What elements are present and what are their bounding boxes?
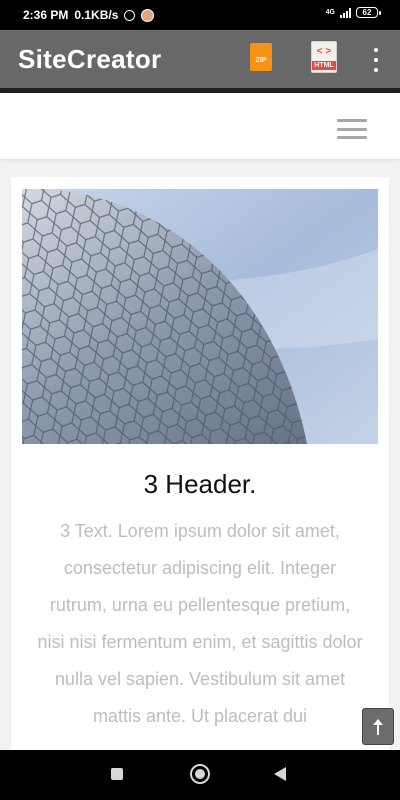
overflow-menu-icon[interactable] xyxy=(371,48,381,72)
site-header xyxy=(0,93,400,159)
html-icon-label: HTML xyxy=(312,61,336,70)
scroll-to-top-button[interactable] xyxy=(362,708,394,745)
status-network-speed: 0.1KB/s xyxy=(74,8,119,22)
content-card: 3 Header. 3 Text. Lorem ipsum dolor sit … xyxy=(11,177,389,757)
status-left: 2:36 PM 0.1KB/s xyxy=(23,8,155,22)
battery-icon: 62 xyxy=(356,7,381,18)
recent-apps-icon[interactable] xyxy=(111,768,123,780)
html-export-icon[interactable]: < > HTML xyxy=(311,41,337,73)
html-icon-code: < > xyxy=(316,46,332,57)
zip-export-icon[interactable]: ZIP xyxy=(250,43,272,71)
card-header: 3 Header. xyxy=(143,469,257,499)
status-bar: 2:36 PM 0.1KB/s 4G 62 xyxy=(0,0,400,30)
card-text: 3 Text. Lorem ipsum dolor sit amet, cons… xyxy=(37,521,363,726)
battery-level: 62 xyxy=(362,7,372,17)
alarm-icon xyxy=(124,9,136,21)
status-right: 4G 62 xyxy=(325,7,381,18)
app-bar: SiteCreator xyxy=(0,30,400,88)
app-notification-icon xyxy=(141,8,155,22)
zip-icon-label: ZIP xyxy=(255,57,267,64)
home-icon[interactable] xyxy=(190,764,210,784)
architecture-dome-image xyxy=(22,189,378,444)
app-title: SiteCreator xyxy=(18,44,162,74)
status-time: 2:36 PM xyxy=(23,8,69,22)
signal-icon xyxy=(340,7,351,18)
hamburger-menu-icon[interactable] xyxy=(337,119,367,139)
back-icon[interactable] xyxy=(274,767,286,781)
network-type-label: 4G xyxy=(325,9,335,16)
arrow-up-icon xyxy=(373,718,383,735)
